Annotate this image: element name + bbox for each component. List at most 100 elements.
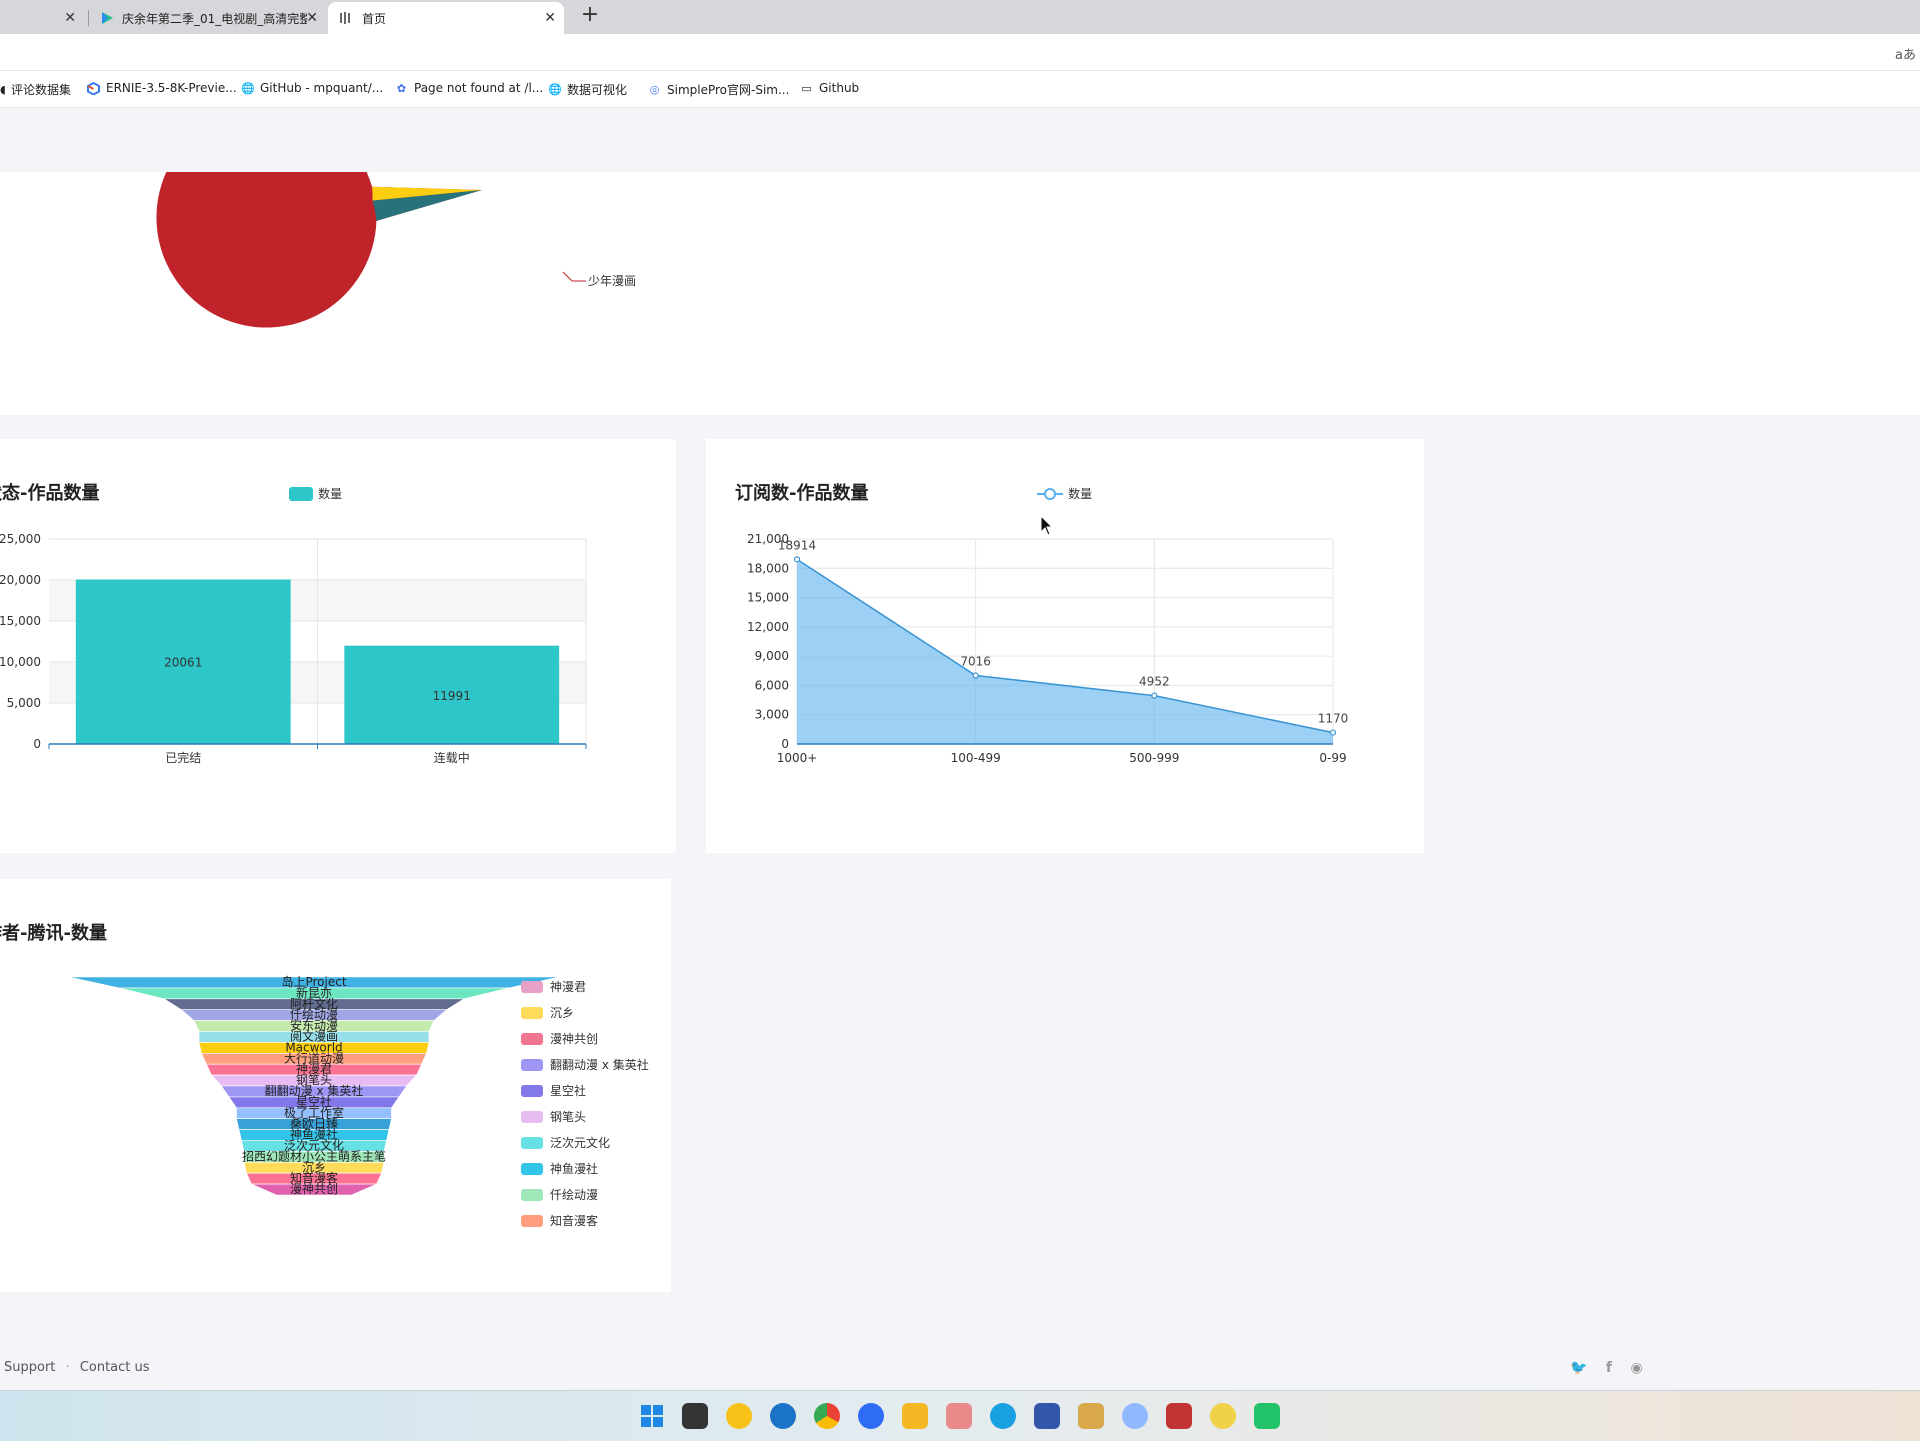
pycharm-icon[interactable] (1254, 1403, 1280, 1429)
legend-swatch (521, 1033, 543, 1045)
funnel-chart: 岛上Project新昆亦阿杆文化仟绘动漫安东动漫阅文漫画Macworld大行道动… (68, 974, 649, 1228)
x-tick-label: 0-99 (1319, 751, 1346, 765)
wechat-icon[interactable] (946, 1403, 972, 1429)
legend-label: 仟绘动漫 (550, 1187, 598, 1202)
y-tick-label: 15,000 (0, 614, 41, 628)
remote-desktop-icon[interactable] (1034, 1403, 1060, 1429)
security-shield-icon[interactable] (726, 1403, 752, 1429)
app-circle-icon[interactable] (858, 1403, 884, 1429)
y-tick-label: 6,000 (755, 678, 789, 692)
bookmark-4[interactable]: 🌐 数据可视化 (548, 81, 627, 98)
data-point (793, 556, 801, 563)
file-explorer-icon[interactable] (902, 1403, 928, 1429)
y-tick-label: 0 (781, 737, 789, 751)
bookmarks-bar: ◐ 评论数据集 ERNIE-3.5-8K-Previe... 🌐 GitHub … (0, 71, 1920, 108)
close-icon[interactable]: ✕ (64, 10, 76, 26)
author-funnel-chart-card: 作者-腾讯-数量 岛上Project新昆亦阿杆文化仟绘动漫安东动漫阅文漫画Mac… (0, 879, 671, 1292)
pie-chart: 少年漫画 (0, 0, 1920, 328)
edge-browser-icon[interactable] (770, 1403, 796, 1429)
bookmark-3[interactable]: ✿ Page not found at /l... (395, 81, 543, 95)
windows-taskbar (0, 1390, 1920, 1441)
github-icon[interactable]: ◉ (1630, 1360, 1642, 1376)
legend-swatch (521, 1059, 543, 1071)
notes-app-icon[interactable] (1078, 1403, 1104, 1429)
network-app-icon[interactable] (1122, 1403, 1148, 1429)
legend-swatch (521, 1215, 543, 1227)
support-link[interactable]: Support (4, 1360, 55, 1375)
bookmark-label: SimplePro官网-Sim... (667, 83, 790, 97)
y-tick-label: 20,000 (0, 573, 41, 587)
y-tick-label: 15,000 (747, 591, 789, 605)
point-data-label: 7016 (960, 655, 991, 669)
point-data-label: 1170 (1318, 712, 1349, 726)
y-tick-label: 3,000 (755, 708, 789, 722)
pdf-app-icon[interactable] (1166, 1403, 1192, 1429)
legend-swatch (521, 981, 543, 993)
data-point (972, 672, 979, 679)
point-data-label: 18914 (778, 538, 816, 552)
browser-tab-2-active[interactable]: 首页 ✕ (328, 2, 564, 34)
bookmark-label: Page not found at /l... (414, 81, 544, 95)
legend-label: 星空社 (550, 1083, 586, 1098)
reader-mode-button[interactable]: aあ (1895, 44, 1916, 63)
django-admin-icon (340, 12, 350, 24)
media-app-icon[interactable] (1210, 1403, 1236, 1429)
bookmark-label: ERNIE-3.5-8K-Previe... (106, 81, 237, 95)
task-view-icon[interactable] (682, 1403, 708, 1429)
globe-icon: ◐ (0, 83, 5, 96)
pie-slice-label: 少年漫画 (588, 274, 636, 288)
y-tick-label: 18,000 (747, 561, 789, 575)
legend-label: 知音漫客 (550, 1213, 598, 1228)
close-icon[interactable]: ✕ (306, 10, 318, 26)
status-bar-chart-card: 状态-作品数量 数量 05,00010,00015,00020,00025,00… (0, 439, 676, 853)
legend-label: 神鱼漫社 (550, 1161, 598, 1176)
globe-icon: 🌐 (548, 83, 562, 96)
bookmark-label: GitHub - mpquant/... (260, 81, 384, 95)
legend-label: 沉乡 (550, 1006, 574, 1020)
legend-swatch (521, 1085, 543, 1097)
footer-social-icons: 🐦 f ◉ (1570, 1360, 1657, 1376)
address-bar[interactable]: aあ (0, 34, 1920, 71)
y-tick-label: 5,000 (7, 696, 41, 710)
area-chart: 03,0006,0009,00012,00015,00018,00021,000… (747, 532, 1349, 765)
x-tick-label: 500-999 (1129, 751, 1179, 765)
windows-start-icon[interactable] (639, 1403, 665, 1429)
funnel-label: 漫神共创 (290, 1182, 338, 1196)
bookmark-label: 数据可视化 (567, 83, 628, 97)
tab-label: 首页 (362, 11, 387, 26)
data-point (1151, 692, 1158, 699)
folder-icon: ▭ (801, 81, 812, 95)
pie-label-line (562, 271, 586, 282)
close-icon[interactable]: ✕ (544, 10, 556, 26)
legend-swatch (521, 1137, 543, 1149)
legend-swatch (521, 1111, 543, 1123)
facebook-icon[interactable]: f (1606, 1360, 1612, 1376)
legend-swatch (521, 1189, 543, 1201)
y-tick-label: 10,000 (0, 655, 41, 669)
bar-data-label: 20061 (164, 656, 202, 670)
point-data-label: 4952 (1139, 675, 1170, 689)
globe-icon: 🌐 (241, 81, 255, 95)
contact-link[interactable]: Contact us (80, 1360, 150, 1375)
subscription-area-chart-card: 订阅数-作品数量 数量 0 3,000 6,000 9,000 12,000 15,000… (706, 439, 1424, 853)
browser-tab-0[interactable]: ✕ (0, 2, 84, 34)
bar-data-label: 11991 (433, 689, 471, 703)
bookmark-2[interactable]: 🌐 GitHub - mpquant/... (241, 81, 383, 95)
bookmark-5[interactable]: ◎ SimplePro官网-Sim... (648, 81, 790, 98)
new-tab-button[interactable]: + (578, 3, 602, 27)
pie-chart-card: 少年漫画 (0, 0, 1920, 415)
ernie-logo-icon (87, 81, 100, 95)
bookmark-0[interactable]: ◐ 评论数据集 (0, 81, 71, 98)
bookmark-folder-6[interactable]: ▭ Github (800, 81, 859, 95)
legend-swatch (521, 1163, 543, 1175)
chat-app-icon[interactable] (990, 1403, 1016, 1429)
bookmark-label: 评论数据集 (11, 83, 72, 97)
y-tick-label: 0 (33, 737, 41, 751)
browser-tab-1[interactable]: 庆余年第二季_01_电视剧_高清完整 ✕ (90, 2, 326, 34)
bookmark-label: Github (819, 81, 860, 95)
bookmark-1[interactable]: ERNIE-3.5-8K-Previe... (87, 81, 237, 95)
legend-label: 翻翻动漫 x 集英社 (550, 1057, 649, 1072)
y-tick-label: 12,000 (747, 620, 789, 634)
twitter-icon[interactable]: 🐦 (1570, 1360, 1587, 1376)
chrome-icon[interactable] (814, 1403, 840, 1429)
